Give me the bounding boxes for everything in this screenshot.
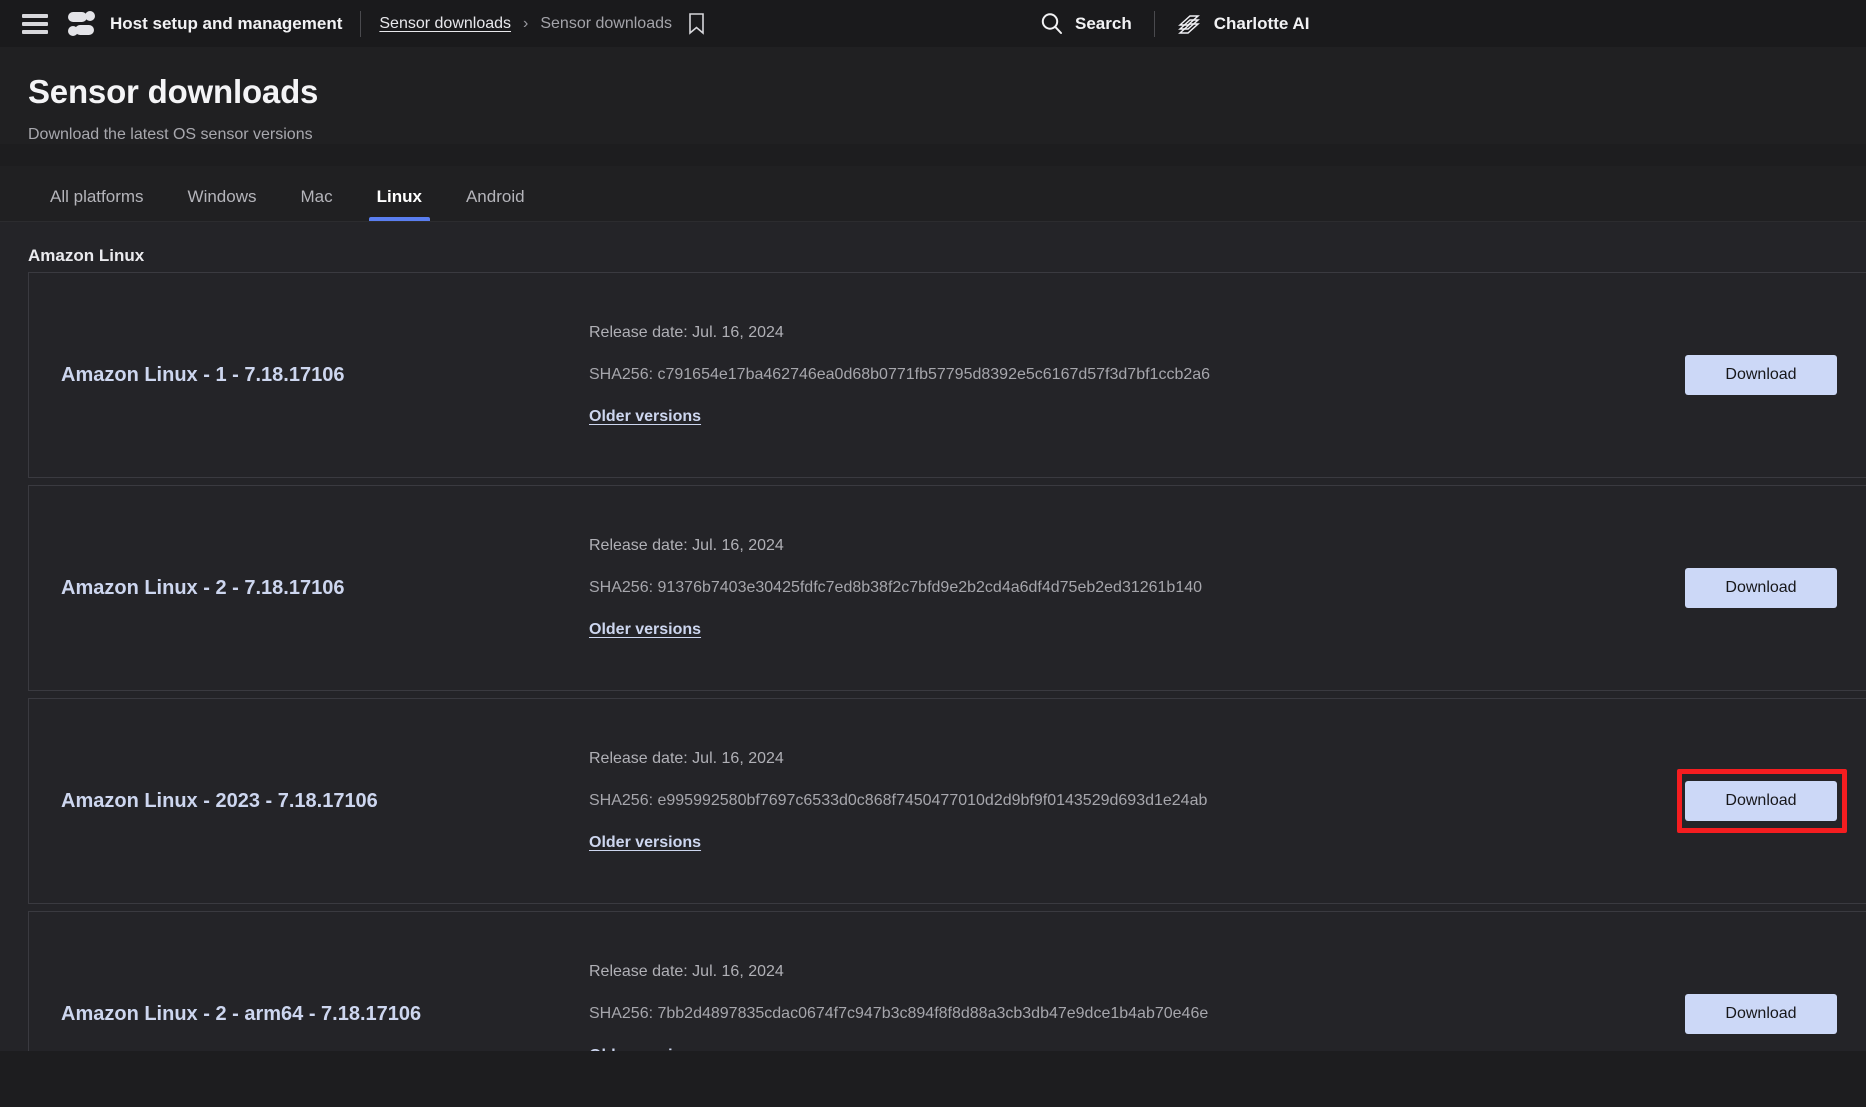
- sha256-hash: SHA256: 91376b7403e30425fdfc7ed8b38f2c7b…: [589, 579, 1203, 596]
- breadcrumb-link-sensor-downloads[interactable]: Sensor downloads: [379, 15, 511, 33]
- sensor-card: Amazon Linux - 1 - 7.18.17106 Release dat…: [28, 272, 1866, 478]
- sensor-card-title: Amazon Linux - 2 - arm64 - 7.18.17106: [61, 1002, 422, 1025]
- sensor-card-details: Release date: Jul. 16, 2024 SHA256: e9959…: [589, 750, 1656, 852]
- search-label: Search: [1075, 13, 1132, 33]
- sensor-card-details: Release date: Jul. 16, 2024 SHA256: c7916…: [589, 324, 1656, 426]
- download-button-container: Download: [1656, 568, 1866, 608]
- page-header: Sensor downloads Download the latest OS …: [0, 47, 1866, 144]
- crowdstrike-falcon-logo-icon[interactable]: [68, 10, 96, 37]
- tab-mac[interactable]: Mac: [279, 187, 355, 221]
- bottom-strip: [0, 1085, 1866, 1107]
- download-button-container: Download: [1656, 355, 1866, 395]
- sensor-card-title: Amazon Linux - 2 - 7.18.17106: [61, 576, 345, 599]
- sensor-card-title: Amazon Linux - 1 - 7.18.17106: [61, 363, 345, 386]
- older-versions-link[interactable]: Older versions: [589, 834, 701, 852]
- sensor-card: Amazon Linux - 2023 - 7.18.17106 Release …: [28, 698, 1866, 904]
- sha256-hash: SHA256: 7bb2d4897835cdac0674f7c947b3c894…: [589, 1005, 1209, 1022]
- charlotte-ai-button[interactable]: Charlotte AI: [1177, 12, 1310, 36]
- top-navigation-bar: Host setup and management Sensor downloa…: [0, 0, 1866, 47]
- tab-linux[interactable]: Linux: [355, 187, 444, 221]
- header-divider: [360, 10, 362, 37]
- release-date: Release date: Jul. 16, 2024: [589, 537, 784, 554]
- bookmark-icon[interactable]: [688, 12, 705, 35]
- hamburger-menu-icon[interactable]: [22, 13, 48, 34]
- topbar-right-actions: Search Charlotte AI: [1040, 10, 1866, 37]
- sensor-card: Amazon Linux - 2 - arm64 - 7.18.17106 Rel…: [28, 911, 1866, 1051]
- breadcrumb-current: Sensor downloads: [540, 14, 672, 32]
- older-versions-link[interactable]: Older versions: [589, 621, 701, 639]
- older-versions-link[interactable]: Older versions: [589, 1047, 701, 1051]
- sensor-card-details: Release date: Jul. 16, 2024 SHA256: 91376…: [589, 537, 1656, 639]
- release-date: Release date: Jul. 16, 2024: [589, 750, 784, 767]
- older-versions-link[interactable]: Older versions: [589, 408, 701, 426]
- release-date: Release date: Jul. 16, 2024: [589, 963, 784, 980]
- sensor-downloads-content: Amazon Linux Amazon Linux - 1 - 7.18.171…: [0, 222, 1866, 1051]
- download-button-container: Download: [1656, 994, 1866, 1034]
- app-title: Host setup and management: [110, 13, 343, 33]
- page-title: Sensor downloads: [28, 73, 319, 110]
- sha256-hash: SHA256: c791654e17ba462746ea0d68b0771fb5…: [589, 366, 1211, 383]
- tab-android[interactable]: Android: [444, 187, 547, 221]
- charlotte-ai-icon: [1177, 12, 1201, 36]
- tab-windows[interactable]: Windows: [166, 187, 279, 221]
- sensor-card: Amazon Linux - 2 - 7.18.17106 Release dat…: [28, 485, 1866, 691]
- download-button[interactable]: Download: [1685, 781, 1837, 821]
- charlotte-ai-label: Charlotte AI: [1213, 13, 1310, 33]
- page-subtitle: Download the latest OS sensor versions: [28, 126, 313, 143]
- search-icon: [1040, 12, 1063, 35]
- platform-tabs: All platforms Windows Mac Linux Android: [0, 166, 1866, 222]
- sensor-card-list: Amazon Linux - 1 - 7.18.17106 Release dat…: [0, 272, 1866, 1051]
- download-button[interactable]: Download: [1685, 355, 1837, 395]
- download-button[interactable]: Download: [1685, 568, 1837, 608]
- tab-all-platforms[interactable]: All platforms: [28, 187, 166, 221]
- sensor-card-details: Release date: Jul. 16, 2024 SHA256: 7bb2d…: [589, 963, 1656, 1051]
- header-divider-2: [1153, 10, 1155, 37]
- search-button[interactable]: Search: [1040, 12, 1132, 35]
- sensor-card-title: Amazon Linux - 2023 - 7.18.17106: [61, 789, 378, 812]
- section-title-amazon-linux: Amazon Linux: [28, 246, 145, 265]
- breadcrumb: Sensor downloads › Sensor downloads: [379, 15, 672, 33]
- release-date: Release date: Jul. 16, 2024: [589, 324, 784, 341]
- chevron-right-icon: ›: [523, 14, 529, 32]
- download-button-container: Download: [1656, 769, 1866, 833]
- download-button[interactable]: Download: [1685, 994, 1837, 1034]
- sha256-hash: SHA256: e995992580bf7697c6533d0c868f7450…: [589, 792, 1208, 809]
